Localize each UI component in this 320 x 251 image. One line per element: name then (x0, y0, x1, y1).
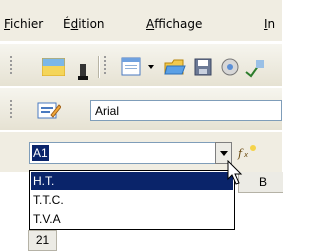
save-icon[interactable] (194, 58, 212, 76)
menu-affichage-label: ffichage (154, 17, 203, 31)
svg-text:f: f (237, 147, 244, 160)
dropdown-option-ht[interactable]: H.T. (31, 172, 233, 190)
toolbar-grip-2[interactable] (104, 56, 107, 76)
color-icon[interactable] (41, 57, 66, 77)
mouse-cursor-icon (227, 159, 247, 186)
toolbar-grip-3[interactable] (10, 100, 13, 120)
tools-icon[interactable] (221, 57, 239, 77)
name-box-value: A1 (32, 145, 49, 161)
open-folder-icon[interactable] (164, 57, 186, 77)
name-box-dropdown-list: H.T. T.T.C. T.V.A (29, 170, 235, 230)
column-header-label: B (259, 175, 268, 189)
menu-fichier[interactable]: Fichier (4, 17, 43, 31)
row-header-21[interactable]: 21 (28, 230, 57, 251)
new-document-dropdown-icon[interactable] (148, 65, 154, 69)
dropdown-option-ttc[interactable]: T.T.C. (31, 191, 233, 209)
toolbar-grip[interactable] (10, 56, 13, 76)
new-document-icon[interactable] (121, 57, 143, 77)
font-name-value: Arial (95, 104, 120, 118)
menu-edition-pre: É (63, 17, 71, 31)
menu-fichier-label: ichier (10, 17, 44, 31)
toolbar-separator (98, 56, 99, 78)
spellcheck-icon[interactable] (244, 58, 266, 78)
style-icon[interactable] (37, 101, 62, 121)
paint-bucket-icon[interactable] (78, 60, 88, 80)
font-name-combobox[interactable]: Arial (90, 100, 282, 121)
svg-text:x: x (243, 151, 249, 159)
menu-affichage-mnemonic: A (146, 17, 155, 31)
menu-edition-label: ition (78, 17, 105, 31)
menu-affichage[interactable]: Affichage (146, 17, 202, 31)
menu-edition[interactable]: Édition (63, 17, 105, 31)
name-box[interactable]: A1 (29, 142, 218, 164)
menu-insertion[interactable]: In (264, 17, 275, 31)
dropdown-option-tva[interactable]: T.V.A (31, 210, 233, 228)
menu-insertion-label: n (267, 17, 276, 31)
